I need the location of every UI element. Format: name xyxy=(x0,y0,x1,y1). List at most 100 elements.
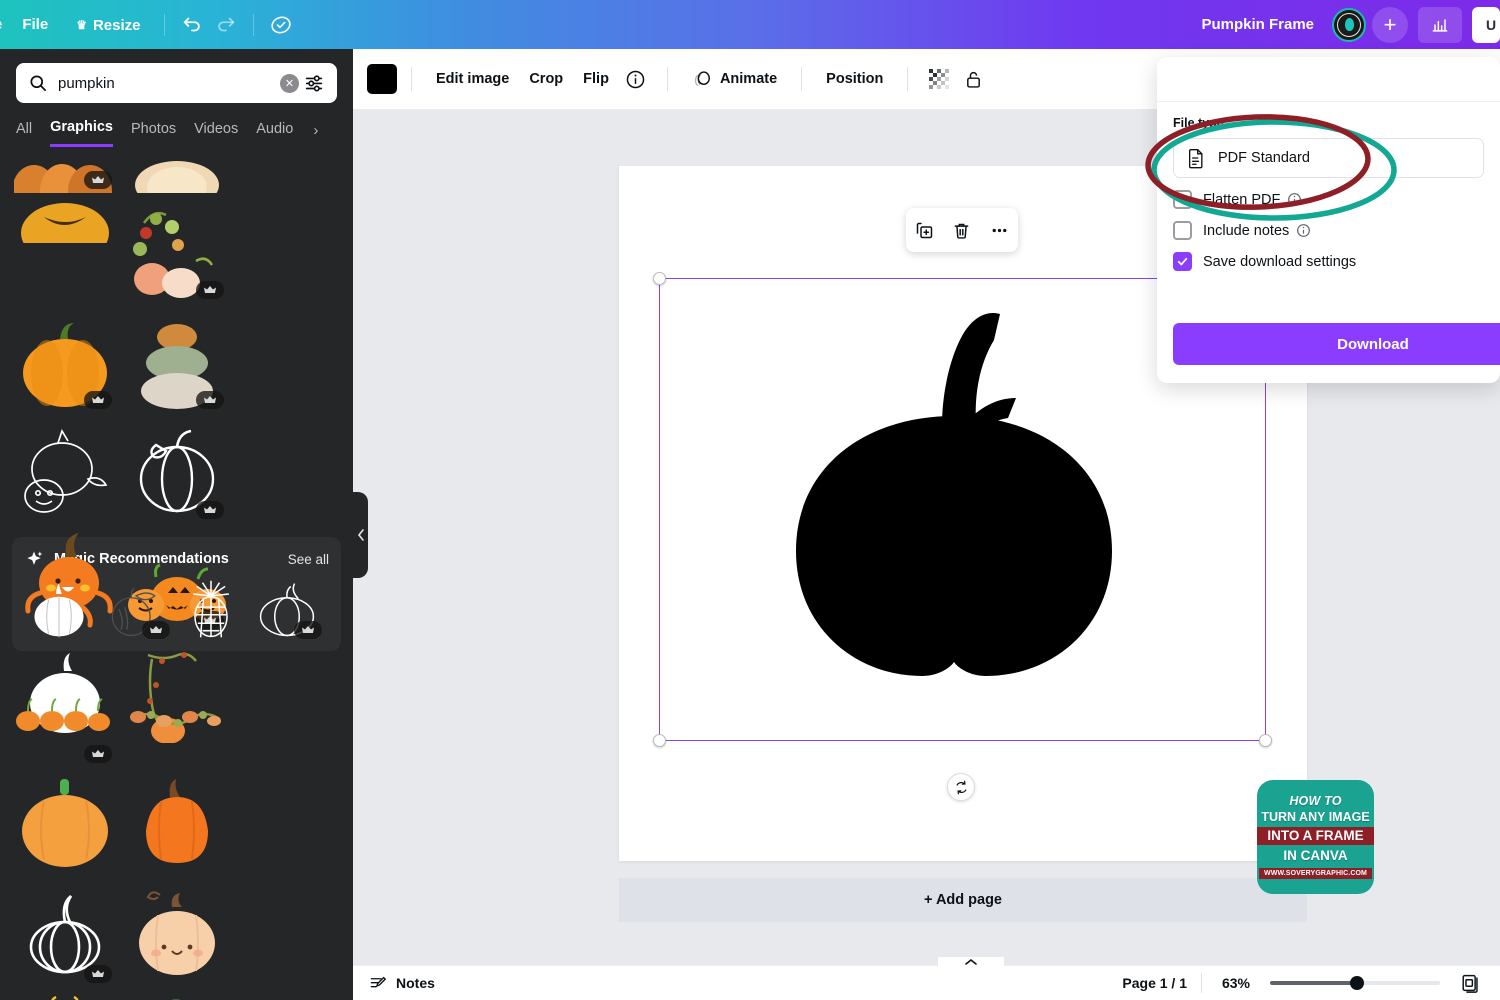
zoom-slider-fill xyxy=(1270,981,1356,985)
flatten-pdf-row[interactable]: Flatten PDF xyxy=(1173,190,1484,209)
page-manager-button[interactable] xyxy=(1458,970,1484,996)
result-jack-o-lantern-photo[interactable] xyxy=(14,201,116,243)
topbar-divider-1 xyxy=(164,13,166,36)
cloud-save-status-button[interactable] xyxy=(264,8,298,42)
flatten-pdf-checkbox[interactable] xyxy=(1173,190,1192,209)
element-info-button[interactable] xyxy=(619,62,653,96)
result-flat-orange-pumpkin[interactable] xyxy=(14,775,116,877)
resize-button[interactable]: ♛ Resize xyxy=(62,8,154,42)
crop-button[interactable]: Crop xyxy=(519,62,573,96)
include-notes-label[interactable]: Include notes xyxy=(1203,223,1289,239)
white-pumpkin-sketch-thumb xyxy=(34,583,84,638)
result-pumpkin-floral-divider[interactable] xyxy=(126,665,228,767)
bottom-panel-expand-handle[interactable] xyxy=(938,957,1004,973)
resize-handle-bottom-left[interactable] xyxy=(653,734,666,747)
result-four-small-pumpkins[interactable] xyxy=(14,665,116,767)
result-tall-orange-pumpkin[interactable] xyxy=(126,775,228,877)
delete-button[interactable] xyxy=(947,215,977,245)
file-type-value: PDF Standard xyxy=(1218,150,1310,166)
black-pumpkin-silhouette[interactable] xyxy=(704,296,1204,716)
watermark-line-4: IN CANVA xyxy=(1283,848,1348,864)
flatten-pdf-info-button[interactable] xyxy=(1287,192,1302,207)
notes-icon xyxy=(370,976,387,987)
home-button[interactable]: e xyxy=(0,8,8,42)
chevron-left-icon xyxy=(357,529,364,541)
pro-badge xyxy=(142,621,170,639)
zoom-slider[interactable] xyxy=(1270,976,1440,990)
toolbar-divider-1 xyxy=(411,67,412,91)
search-results-grid-bottom xyxy=(0,665,353,1000)
insights-button[interactable] xyxy=(1418,6,1462,43)
tab-photos[interactable]: Photos xyxy=(131,115,176,146)
result-orange-ribbed-pumpkin[interactable] xyxy=(126,995,228,1000)
more-options-button[interactable] xyxy=(984,215,1014,245)
download-button[interactable]: Download xyxy=(1173,323,1500,365)
edit-image-button[interactable]: Edit image xyxy=(426,62,519,96)
result-pumpkin-line-sketch[interactable] xyxy=(14,421,116,523)
position-button[interactable]: Position xyxy=(816,62,893,96)
magic-item-pineapple-line-art[interactable] xyxy=(176,579,246,641)
search-box[interactable]: ✕ xyxy=(16,63,337,103)
result-pumpkin-photo-row[interactable] xyxy=(14,151,116,193)
transparency-button[interactable] xyxy=(922,62,956,96)
zoom-level-label[interactable]: 63% xyxy=(1216,975,1256,991)
search-input[interactable] xyxy=(48,74,280,92)
result-autumn-pumpkin-arrangement[interactable] xyxy=(126,201,228,303)
resize-handle-bottom-right[interactable] xyxy=(1259,734,1272,747)
tab-videos[interactable]: Videos xyxy=(194,115,238,146)
tab-audio[interactable]: Audio xyxy=(256,115,293,146)
magic-see-all-link[interactable]: See all xyxy=(288,552,329,567)
color-swatch-button[interactable] xyxy=(367,64,397,94)
undo-button[interactable] xyxy=(175,8,209,42)
redo-button[interactable] xyxy=(209,8,243,42)
rotate-handle[interactable] xyxy=(947,773,975,801)
lock-button[interactable] xyxy=(956,62,990,96)
element-context-toolbar xyxy=(906,208,1018,252)
kawaii-peach-pumpkin-thumb xyxy=(139,891,215,975)
result-white-sketch-pumpkin[interactable] xyxy=(14,885,116,987)
result-orange-pumpkin-illustration[interactable] xyxy=(14,311,116,413)
add-page-button[interactable]: + Add page xyxy=(619,878,1307,922)
result-white-pumpkin-photo[interactable] xyxy=(126,151,228,193)
result-stacked-pumpkins[interactable] xyxy=(126,311,228,413)
magic-item-white-pumpkin-sketch[interactable] xyxy=(24,579,94,641)
resize-handle-top-left[interactable] xyxy=(653,272,666,285)
sidebar-collapse-button[interactable] xyxy=(353,492,368,578)
result-kawaii-peach-pumpkin[interactable] xyxy=(126,885,228,987)
download-panel: File type PDF Standard Flatten PDF Inclu… xyxy=(1157,57,1500,383)
tabs-scroll-right-button[interactable]: › xyxy=(313,122,318,139)
account-avatar[interactable] xyxy=(1332,7,1366,42)
magic-recommendations-row xyxy=(24,579,329,641)
search-filter-button[interactable] xyxy=(299,68,329,98)
flatten-pdf-label[interactable]: Flatten PDF xyxy=(1203,192,1280,208)
yellow-outline-pumpkin-thumb xyxy=(51,995,79,1000)
pro-badge xyxy=(84,171,112,189)
include-notes-info-button[interactable] xyxy=(1296,223,1311,238)
add-collaborator-button[interactable]: + xyxy=(1372,6,1408,43)
magic-item-apple-line-art[interactable] xyxy=(100,579,170,641)
file-type-label: File type xyxy=(1173,116,1224,130)
file-type-select[interactable]: PDF Standard xyxy=(1173,138,1484,178)
tab-all[interactable]: All xyxy=(16,115,32,146)
save-download-settings-row[interactable]: Save download settings xyxy=(1173,252,1484,271)
document-title[interactable]: Pumpkin Frame xyxy=(1201,16,1314,33)
file-menu-button[interactable]: File xyxy=(8,8,62,42)
share-button[interactable]: U xyxy=(1472,6,1500,43)
save-download-settings-label[interactable]: Save download settings xyxy=(1203,254,1356,270)
animate-button[interactable]: Animate xyxy=(682,62,787,96)
search-section: ✕ xyxy=(0,49,353,103)
result-yellow-outline-pumpkin[interactable] xyxy=(14,995,116,1000)
flip-button[interactable]: Flip xyxy=(573,62,619,96)
result-pumpkin-outline-white[interactable] xyxy=(126,421,228,523)
include-notes-row[interactable]: Include notes xyxy=(1173,221,1484,240)
save-download-settings-checkbox[interactable] xyxy=(1173,252,1192,271)
magic-item-pumpkin-outline[interactable] xyxy=(252,579,322,641)
crown-icon xyxy=(92,176,104,183)
filter-sliders-icon xyxy=(305,75,323,92)
include-notes-checkbox[interactable] xyxy=(1173,221,1192,240)
duplicate-button[interactable] xyxy=(910,215,940,245)
tab-graphics[interactable]: Graphics xyxy=(50,113,113,147)
zoom-slider-knob[interactable] xyxy=(1350,976,1364,990)
notes-button[interactable]: Notes xyxy=(369,974,435,993)
clear-search-button[interactable]: ✕ xyxy=(280,73,299,93)
